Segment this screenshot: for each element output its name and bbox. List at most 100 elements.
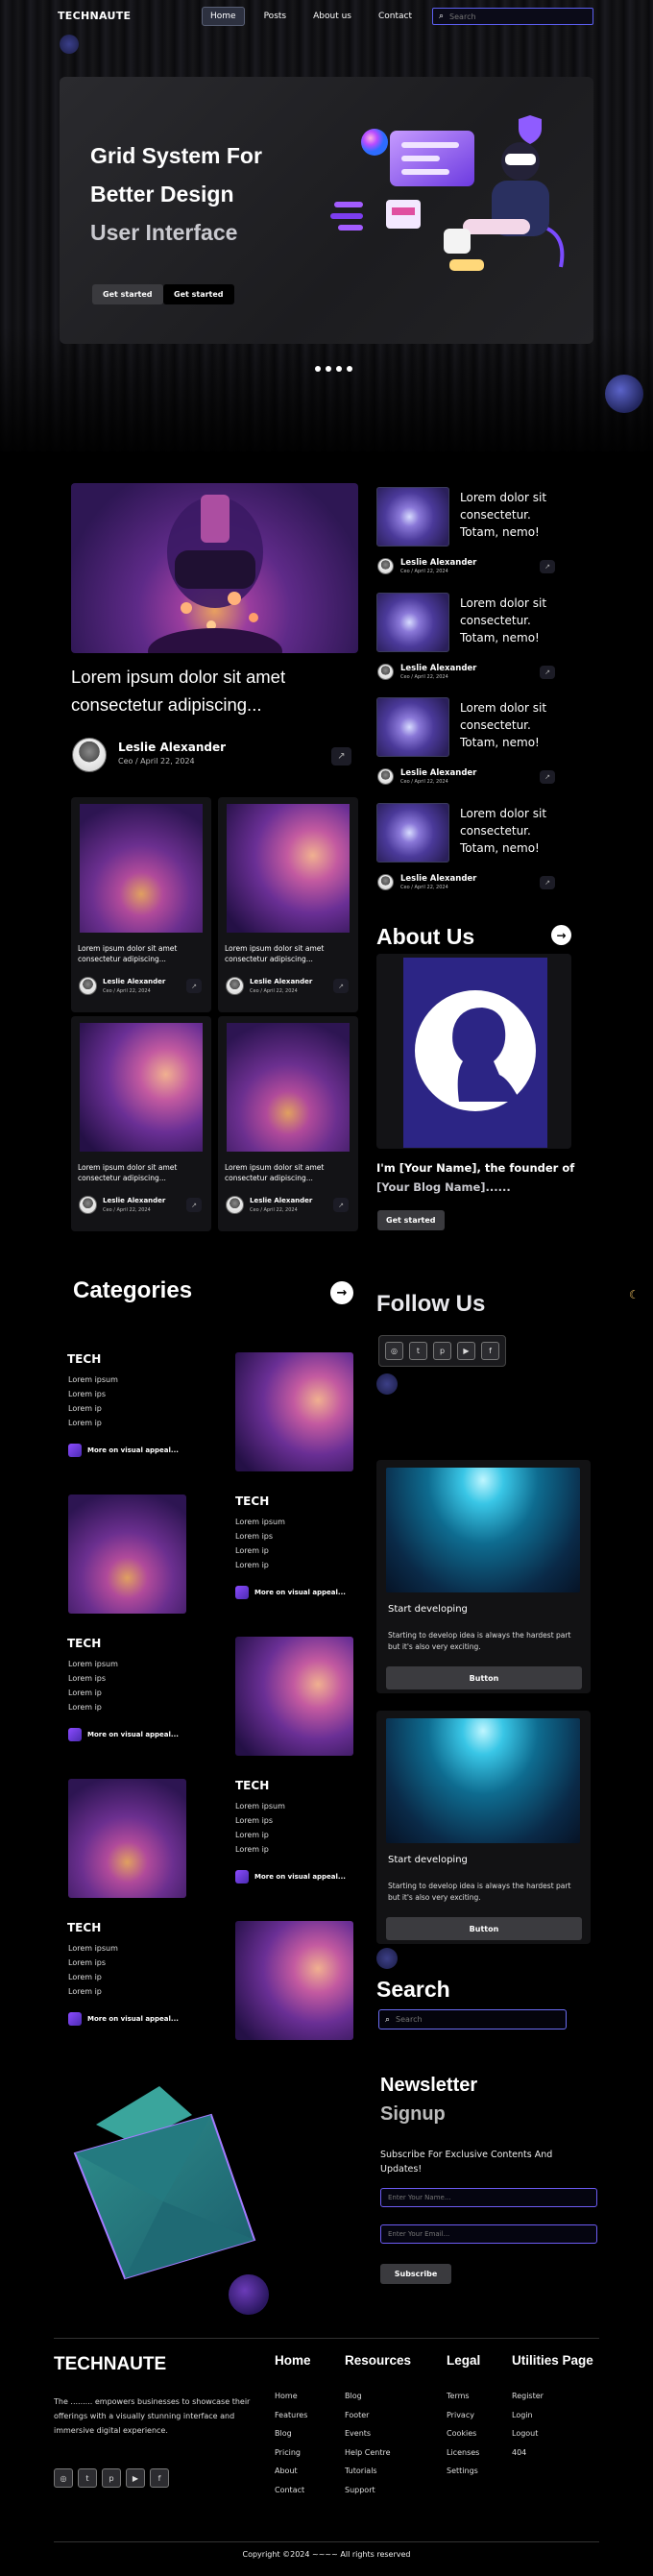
category-link[interactable]: Lorem ip: [68, 1416, 102, 1430]
footer-logo[interactable]: TECHNAUTE: [54, 2354, 166, 2375]
nav-contact[interactable]: Contact: [371, 8, 420, 25]
footer-link[interactable]: Privacy: [447, 2406, 480, 2425]
nav-about[interactable]: About us: [305, 8, 359, 25]
side-search[interactable]: ⌕: [378, 2009, 567, 2029]
dev-card-button[interactable]: Button: [386, 1666, 582, 1689]
category-link[interactable]: Lorem ipsum: [235, 1799, 285, 1813]
header-search-input[interactable]: [449, 12, 566, 21]
category-more-link[interactable]: More on visual appeal...: [235, 1870, 346, 1883]
grid-post-read-button[interactable]: ↗: [186, 979, 202, 993]
category-link[interactable]: Lorem ip: [68, 1401, 102, 1416]
category-link[interactable]: Lorem ip: [68, 1984, 102, 1999]
category-more-link[interactable]: More on visual appeal...: [68, 1444, 179, 1457]
header-search[interactable]: ⌕: [432, 8, 593, 25]
side-post-read-button[interactable]: ↗: [540, 770, 555, 784]
grid-post-title[interactable]: Lorem ipsum dolor sit amet consectetur a…: [78, 943, 206, 964]
category-link[interactable]: Lorem ipsum: [68, 1941, 118, 1956]
footer-link[interactable]: Register: [512, 2387, 593, 2406]
category-link[interactable]: Lorem ips: [68, 1671, 106, 1686]
category-block[interactable]: TECH Lorem ipsum Lorem ips Lorem ip Lore…: [67, 1637, 358, 1758]
category-link[interactable]: Lorem ips: [68, 1387, 106, 1401]
footer-link[interactable]: Cookies: [447, 2424, 480, 2443]
footer-link[interactable]: Blog: [275, 2424, 311, 2443]
instagram-icon[interactable]: ◎: [385, 1342, 403, 1360]
grid-post-card[interactable]: Lorem ipsum dolor sit amet consectetur a…: [218, 1016, 358, 1231]
footer-link[interactable]: Blog: [345, 2387, 411, 2406]
footer-link[interactable]: Footer: [345, 2406, 411, 2425]
side-post-title[interactable]: Lorem dolor sit consectetur. Totam, nemo…: [460, 489, 566, 541]
side-post-read-button[interactable]: ↗: [540, 876, 555, 889]
instagram-icon[interactable]: ◎: [54, 2468, 73, 2488]
footer-link[interactable]: 404: [512, 2443, 593, 2463]
footer-link[interactable]: About: [275, 2462, 311, 2481]
side-post-title[interactable]: Lorem dolor sit consectetur. Totam, nemo…: [460, 595, 566, 646]
about-arrow-button[interactable]: →: [551, 925, 571, 945]
side-search-input[interactable]: [396, 2015, 512, 2024]
subscribe-button[interactable]: Subscribe: [380, 2264, 451, 2284]
facebook-icon[interactable]: f: [481, 1342, 499, 1360]
category-link[interactable]: Lorem ipsum: [68, 1373, 118, 1387]
side-post-thumbnail[interactable]: [376, 487, 449, 547]
dev-card-button[interactable]: Button: [386, 1917, 582, 1940]
carousel-dot[interactable]: [315, 366, 321, 372]
grid-post-read-button[interactable]: ↗: [333, 1198, 349, 1212]
grid-post-card[interactable]: Lorem ipsum dolor sit amet consectetur a…: [71, 797, 211, 1012]
carousel-dot[interactable]: [336, 366, 342, 372]
category-link[interactable]: Lorem ip: [68, 1700, 102, 1714]
category-block[interactable]: TECH Lorem ipsum Lorem ips Lorem ip Lore…: [67, 1921, 358, 2042]
grid-post-image[interactable]: [80, 1023, 203, 1152]
footer-link[interactable]: Events: [345, 2424, 411, 2443]
footer-link[interactable]: Features: [275, 2406, 311, 2425]
category-image[interactable]: [235, 1352, 353, 1471]
featured-read-button[interactable]: ↗: [331, 747, 351, 766]
categories-arrow-button[interactable]: →: [330, 1281, 353, 1304]
site-logo[interactable]: TECHNAUTE: [58, 10, 131, 22]
newsletter-email-field[interactable]: [380, 2224, 597, 2244]
featured-post-title[interactable]: Lorem ipsum dolor sit amet consectetur a…: [71, 663, 369, 718]
grid-post-title[interactable]: Lorem ipsum dolor sit amet consectetur a…: [225, 943, 353, 964]
twitter-icon[interactable]: t: [409, 1342, 427, 1360]
category-block[interactable]: TECH Lorem ipsum Lorem ips Lorem ip Lore…: [67, 1495, 358, 1616]
footer-link[interactable]: Contact: [275, 2481, 311, 2500]
grid-post-read-button[interactable]: ↗: [186, 1198, 202, 1212]
category-link[interactable]: Lorem ip: [68, 1686, 102, 1700]
category-link[interactable]: Lorem ip: [235, 1558, 269, 1572]
footer-link[interactable]: Login: [512, 2406, 593, 2425]
newsletter-email-input[interactable]: [388, 2230, 596, 2238]
carousel-dot[interactable]: [326, 366, 331, 372]
youtube-icon[interactable]: ▶: [457, 1342, 475, 1360]
category-link[interactable]: Lorem ips: [235, 1813, 273, 1828]
footer-link[interactable]: Home: [275, 2387, 311, 2406]
category-image[interactable]: [235, 1921, 353, 2040]
side-post-title[interactable]: Lorem dolor sit consectetur. Totam, nemo…: [460, 805, 566, 857]
category-link[interactable]: Lorem ip: [235, 1828, 269, 1842]
category-image[interactable]: [68, 1495, 186, 1614]
featured-post-image[interactable]: [71, 483, 358, 674]
side-post-read-button[interactable]: ↗: [540, 560, 555, 573]
grid-post-title[interactable]: Lorem ipsum dolor sit amet consectetur a…: [78, 1162, 206, 1183]
footer-link[interactable]: Tutorials: [345, 2462, 411, 2481]
category-link[interactable]: Lorem ips: [235, 1529, 273, 1543]
moon-icon[interactable]: ☾: [629, 1288, 640, 1301]
facebook-icon[interactable]: f: [150, 2468, 169, 2488]
category-link[interactable]: Lorem ip: [235, 1543, 269, 1558]
grid-post-image[interactable]: [227, 804, 350, 933]
side-post-thumbnail[interactable]: [376, 697, 449, 757]
pinterest-icon[interactable]: p: [433, 1342, 451, 1360]
youtube-icon[interactable]: ▶: [126, 2468, 145, 2488]
newsletter-name-input[interactable]: [388, 2194, 596, 2201]
nav-home[interactable]: Home: [202, 7, 245, 26]
category-image[interactable]: [235, 1637, 353, 1756]
side-post-thumbnail[interactable]: [376, 593, 449, 652]
footer-link[interactable]: Pricing: [275, 2443, 311, 2463]
nav-posts[interactable]: Posts: [256, 8, 295, 25]
category-more-link[interactable]: More on visual appeal...: [68, 2012, 179, 2026]
hero-get-started-secondary-button[interactable]: Get started: [163, 284, 234, 304]
footer-link[interactable]: Terms: [447, 2387, 480, 2406]
grid-post-card[interactable]: Lorem ipsum dolor sit amet consectetur a…: [218, 797, 358, 1012]
grid-post-title[interactable]: Lorem ipsum dolor sit amet consectetur a…: [225, 1162, 353, 1183]
grid-post-image[interactable]: [80, 804, 203, 933]
category-link[interactable]: Lorem ip: [235, 1842, 269, 1857]
grid-post-read-button[interactable]: ↗: [333, 979, 349, 993]
category-image[interactable]: [68, 1779, 186, 1898]
